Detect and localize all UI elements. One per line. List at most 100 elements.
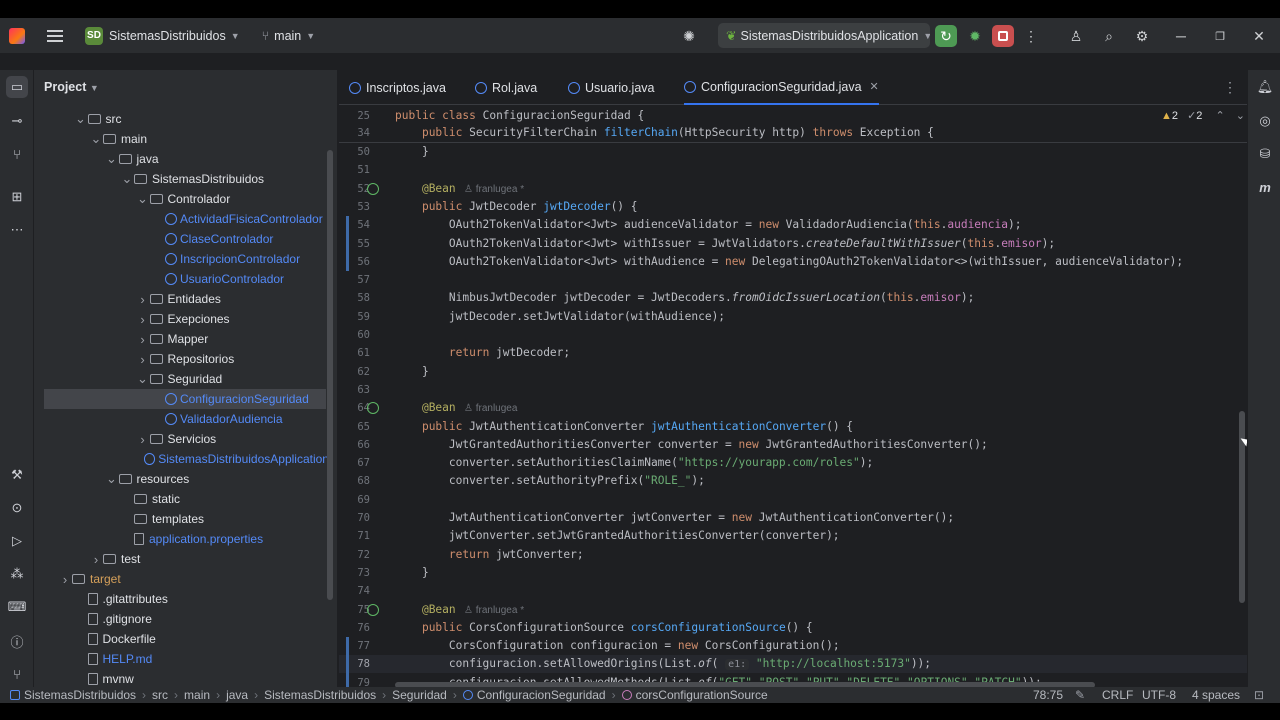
chevron-right-icon[interactable]: ›: [136, 332, 150, 347]
chevron-down-icon[interactable]: ⌄: [120, 171, 134, 187]
tree-item[interactable]: .gitignore: [34, 609, 329, 629]
close-tab-icon[interactable]: ✕: [870, 80, 879, 93]
settings-gear-icon[interactable]: ⚙: [1131, 25, 1153, 47]
breadcrumb-item[interactable]: ConfiguracionSeguridad: [477, 688, 606, 702]
project-panel-scrollbar[interactable]: [327, 150, 333, 600]
inspections-widget[interactable]: ▲2 ✓2 ⌃ ⌄: [1161, 109, 1245, 122]
chevron-right-icon[interactable]: ›: [136, 292, 150, 307]
code-line[interactable]: @Bean ♙ franlugea *: [395, 601, 524, 619]
code-line[interactable]: OAuth2TokenValidator<Jwt> audienceValida…: [395, 216, 1022, 234]
tree-item[interactable]: › Entidades: [34, 289, 329, 309]
sticky-code-line[interactable]: public class ConfiguracionSeguridad {: [395, 107, 644, 125]
chevron-down-icon[interactable]: ⌄: [74, 111, 88, 127]
tree-item[interactable]: ⌄ resources: [34, 469, 329, 489]
account-icon[interactable]: ♙: [1065, 25, 1087, 47]
bean-gutter-icon[interactable]: [367, 182, 379, 195]
tree-item[interactable]: HELP.md: [34, 649, 329, 669]
run-icon[interactable]: ▷: [6, 530, 28, 552]
tree-item[interactable]: .gitattributes: [34, 589, 329, 609]
tree-item[interactable]: mvnw: [34, 669, 329, 687]
tree-item[interactable]: › Repositorios: [34, 349, 329, 369]
vcs-change-marker[interactable]: [346, 637, 349, 687]
tree-item[interactable]: ⌄ main: [34, 129, 329, 149]
structure-icon[interactable]: ⊞: [6, 186, 28, 208]
build-hammer-icon[interactable]: ⚒: [6, 464, 28, 486]
author-hint[interactable]: ♙ franlugea *: [456, 184, 524, 195]
code-line[interactable]: converter.setAuthoritiesClaimName("https…: [395, 454, 873, 472]
tree-item[interactable]: ⌄ Seguridad: [34, 369, 329, 389]
close-window-icon[interactable]: ✕: [1248, 25, 1270, 47]
tree-item[interactable]: templates: [34, 509, 329, 529]
main-menu-icon[interactable]: [47, 29, 63, 42]
lock-icon[interactable]: ⊡: [1254, 687, 1264, 703]
caret-position[interactable]: 78:75: [1033, 687, 1063, 703]
tree-item[interactable]: UsuarioControlador: [34, 269, 329, 289]
tree-item[interactable]: InscripcionControlador: [34, 249, 329, 269]
tree-item[interactable]: › Exepciones: [34, 309, 329, 329]
tab-configuracion-seguridad[interactable]: ConfiguracionSeguridad.java ✕: [684, 70, 879, 105]
project-panel-header[interactable]: Project ▼: [44, 80, 99, 94]
notifications-bell-icon[interactable]: 🔔︎: [1254, 76, 1276, 98]
code-line[interactable]: converter.setAuthorityPrefix("ROLE_");: [395, 472, 705, 490]
chevron-up-icon[interactable]: ⌃: [1215, 110, 1224, 122]
tree-item[interactable]: ⌄ Controlador: [34, 189, 329, 209]
code-line[interactable]: }: [395, 363, 429, 381]
breadcrumb-item[interactable]: corsConfigurationSource: [636, 688, 768, 702]
tree-item[interactable]: ClaseControlador: [34, 229, 329, 249]
tab-usuario[interactable]: Usuario.java: [568, 70, 654, 105]
code-line[interactable]: public JwtAuthenticationConverter jwtAut…: [395, 418, 853, 436]
code-line[interactable]: NimbusJwtDecoder jwtDecoder = JwtDecoder…: [395, 289, 974, 307]
breadcrumb-item[interactable]: Seguridad: [392, 688, 447, 702]
code-line[interactable]: return jwtConverter;: [395, 546, 584, 564]
code-line[interactable]: }: [395, 143, 429, 161]
project-folder-icon[interactable]: ▭: [6, 76, 28, 98]
project-selector[interactable]: SD SistemasDistribuidos ▼: [77, 18, 248, 53]
tree-item[interactable]: ⌄ SistemasDistribuidos: [34, 169, 329, 189]
more-actions-icon[interactable]: ⋮: [1020, 25, 1042, 47]
chevron-down-icon[interactable]: ⌄: [105, 151, 119, 167]
tab-rol[interactable]: Rol.java: [475, 70, 537, 105]
tree-item[interactable]: SistemasDistribuidosApplication: [34, 449, 329, 469]
code-line[interactable]: public JwtDecoder jwtDecoder() {: [395, 198, 638, 216]
chevron-right-icon[interactable]: ›: [136, 432, 150, 447]
problems-icon[interactable]: ⓘ: [6, 630, 28, 652]
branch-selector[interactable]: ⑂ main ▼: [254, 18, 324, 53]
ai-assistant-icon[interactable]: ◎: [1254, 110, 1276, 132]
endpoints-icon[interactable]: ⁂: [6, 563, 28, 585]
tree-item[interactable]: ActividadFisicaControlador: [34, 209, 329, 229]
chevron-down-icon[interactable]: ⌄: [89, 131, 103, 147]
tree-item[interactable]: › test: [34, 549, 329, 569]
debug-icon[interactable]: ✹: [964, 25, 986, 47]
author-hint[interactable]: ♙ franlugea: [456, 403, 517, 414]
bean-gutter-icon[interactable]: [367, 402, 379, 415]
stop-button[interactable]: [992, 25, 1014, 47]
more-tools-icon[interactable]: ⋯: [6, 219, 28, 241]
minimize-icon[interactable]: ─: [1170, 25, 1192, 47]
code-line[interactable]: JwtAuthenticationConverter jwtConverter …: [395, 509, 954, 527]
debug-bug-icon[interactable]: ✺: [678, 25, 700, 47]
restore-icon[interactable]: ❐: [1209, 25, 1231, 47]
tree-item[interactable]: ⌄ java: [34, 149, 329, 169]
tab-inscriptos[interactable]: Inscriptos.java: [349, 70, 446, 105]
breadcrumb-item[interactable]: src: [152, 688, 168, 702]
code-editor[interactable]: 50 } 51 52 @Bean ♙ franlugea * 53 public Jw…: [339, 106, 1247, 687]
code-line[interactable]: return jwtDecoder;: [395, 344, 570, 362]
pull-requests-icon[interactable]: ⑂: [6, 143, 28, 165]
breadcrumb-item[interactable]: SistemasDistribuidos: [24, 688, 136, 702]
tree-item[interactable]: › target: [34, 569, 329, 589]
code-line[interactable]: public CorsConfigurationSource corsConfi…: [395, 619, 813, 637]
indent-setting[interactable]: 4 spaces: [1192, 687, 1240, 703]
breadcrumb-item[interactable]: SistemasDistribuidos: [264, 688, 376, 702]
code-line[interactable]: OAuth2TokenValidator<Jwt> withAudience =…: [395, 253, 1183, 271]
code-line[interactable]: jwtDecoder.setJwtValidator(withAudience)…: [395, 308, 725, 326]
tree-item[interactable]: ⌄ src: [34, 109, 329, 129]
chevron-down-icon[interactable]: ⌄: [1236, 110, 1245, 122]
chevron-down-icon[interactable]: ⌄: [136, 191, 150, 207]
tree-item[interactable]: ValidadorAudiencia: [34, 409, 329, 429]
line-separator[interactable]: CRLF: [1102, 687, 1133, 703]
chevron-down-icon[interactable]: ⌄: [136, 371, 150, 387]
tree-item[interactable]: › Mapper: [34, 329, 329, 349]
bean-gutter-icon[interactable]: [367, 603, 379, 616]
chevron-down-icon[interactable]: ⌄: [105, 471, 119, 487]
commit-icon[interactable]: ⊸: [6, 110, 28, 132]
